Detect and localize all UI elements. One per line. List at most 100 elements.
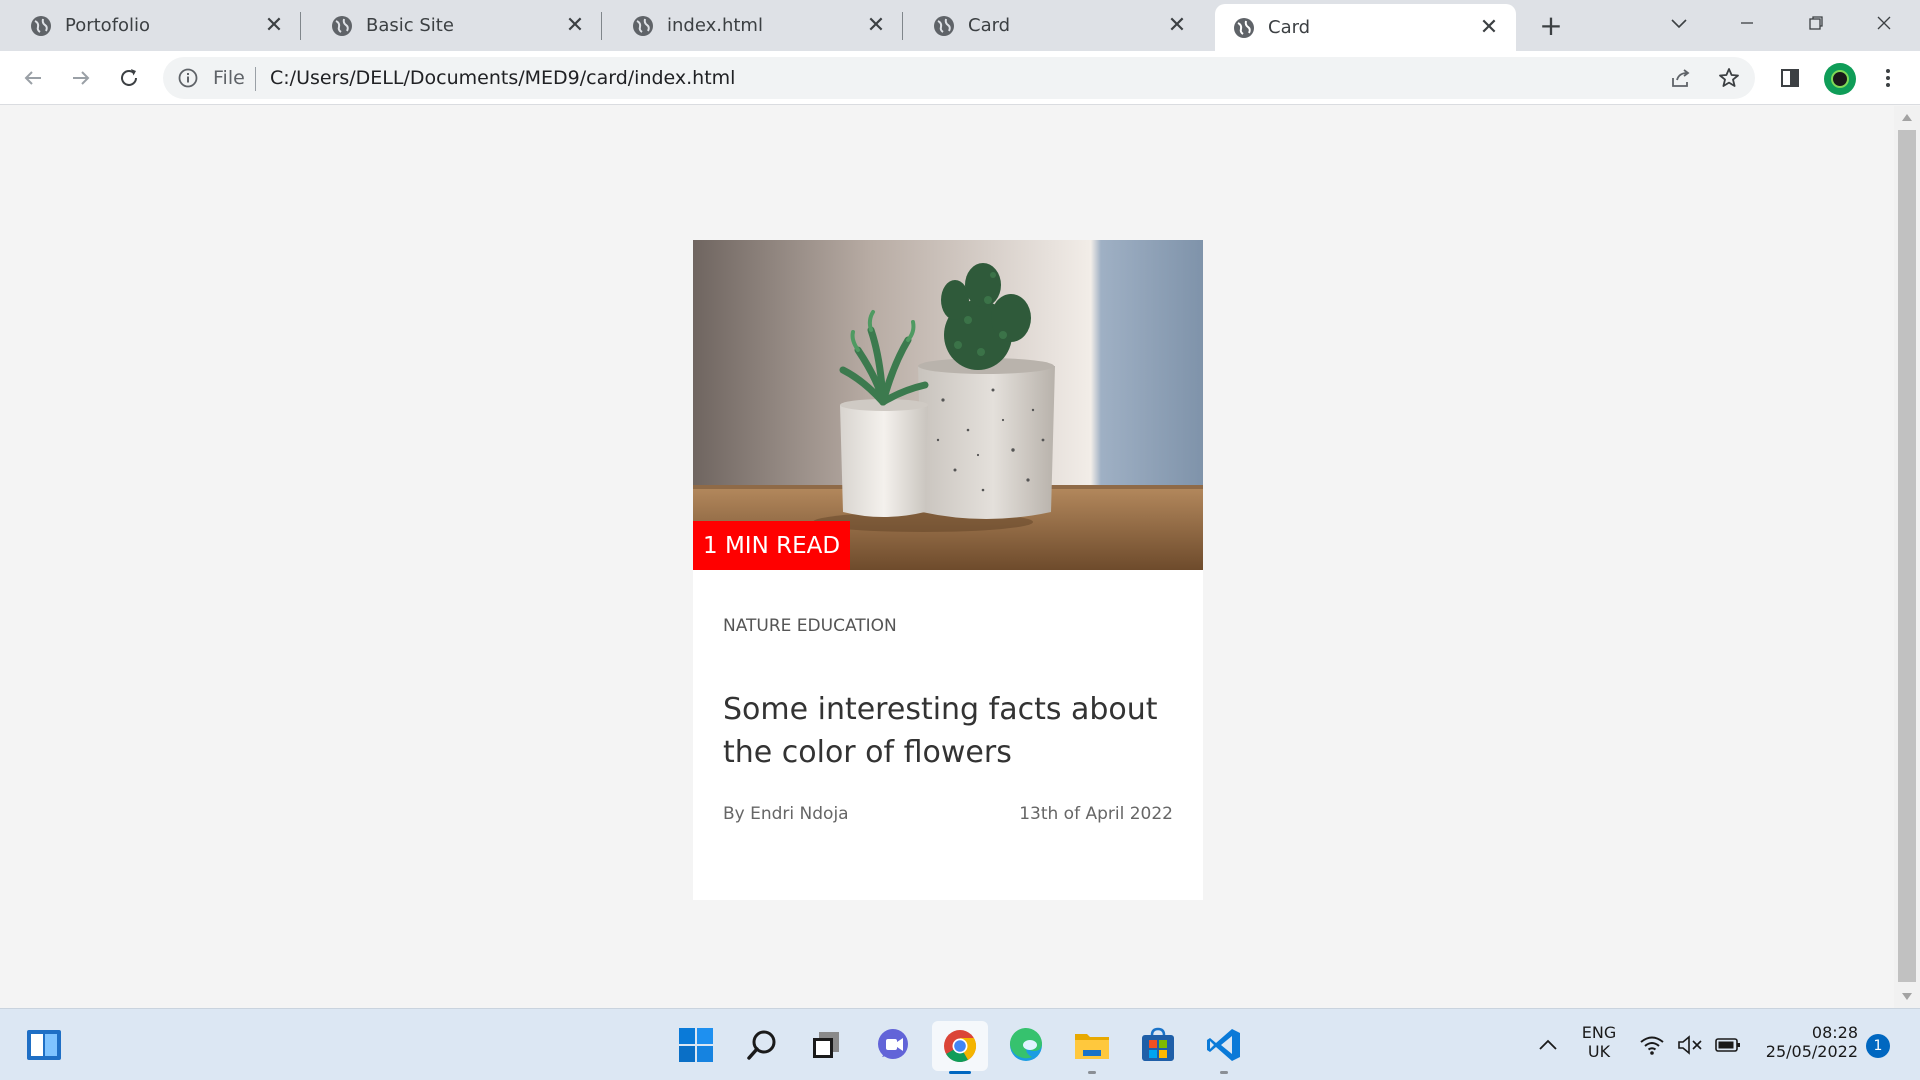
- microsoft-store-icon: [1142, 1027, 1174, 1061]
- tab-title: Basic Site: [366, 15, 454, 36]
- tab-index-html[interactable]: index.html ✕: [602, 0, 903, 51]
- arrow-right-icon: [73, 71, 90, 85]
- tab-search-button[interactable]: [1657, 8, 1701, 38]
- article-card[interactable]: 1 MIN READ NATURE EDUCATION Some interes…: [693, 240, 1203, 900]
- page-viewport: 1 MIN READ NATURE EDUCATION Some interes…: [0, 106, 1894, 1008]
- tab-strip: Portofolio ✕ Basic Site ✕ index.html ✕ C…: [0, 0, 1920, 51]
- clock[interactable]: 08:28 25/05/2022: [1756, 1023, 1858, 1061]
- teams-chat-icon: [878, 1029, 908, 1059]
- close-tab-icon[interactable]: ✕: [1476, 15, 1502, 41]
- scroll-down-arrow-icon[interactable]: [1902, 993, 1912, 1000]
- language-region: UK: [1587, 1042, 1611, 1061]
- edge-icon: [1009, 1027, 1042, 1061]
- arrow-left-icon: [24, 71, 41, 85]
- tab-card-active[interactable]: Card ✕: [1215, 4, 1516, 51]
- chrome-icon: [944, 1030, 977, 1063]
- globe-icon: [934, 15, 954, 36]
- wifi-button[interactable]: [1636, 1025, 1668, 1065]
- battery-icon: [1715, 1038, 1740, 1052]
- tab-card[interactable]: Card ✕: [903, 0, 1204, 51]
- scroll-thumb[interactable]: [1898, 130, 1916, 982]
- tab-title: Card: [1268, 17, 1311, 38]
- globe-icon: [1234, 17, 1254, 38]
- tab-portofolio[interactable]: Portofolio ✕: [0, 0, 301, 51]
- share-icon[interactable]: [1669, 66, 1693, 90]
- chevron-up-icon: [1539, 1039, 1557, 1050]
- notification-badge[interactable]: 1: [1866, 1034, 1890, 1058]
- card-category: NATURE EDUCATION: [723, 616, 897, 636]
- minimize-icon: [1741, 22, 1753, 24]
- back-button[interactable]: [17, 62, 49, 94]
- close-tab-icon[interactable]: ✕: [562, 13, 588, 39]
- card-date: 13th of April 2022: [1019, 804, 1173, 824]
- volume-button[interactable]: [1674, 1025, 1706, 1065]
- volume-muted-icon: [1678, 1035, 1702, 1055]
- star-icon[interactable]: [1717, 66, 1741, 90]
- widgets-icon: [27, 1030, 61, 1060]
- menu-button[interactable]: [1872, 62, 1904, 94]
- search-button[interactable]: [742, 1025, 782, 1065]
- restore-icon: [1809, 16, 1823, 30]
- windows-taskbar: ENG UK 08:28 25/05/2022: [0, 1008, 1920, 1080]
- side-panel-button[interactable]: [1774, 62, 1806, 94]
- close-tab-icon[interactable]: ✕: [261, 13, 287, 39]
- close-tab-icon[interactable]: ✕: [1164, 13, 1190, 39]
- card-author: By Endri Ndoja: [723, 804, 849, 824]
- task-view-button[interactable]: [806, 1025, 846, 1065]
- globe-icon: [31, 15, 51, 36]
- wifi-icon: [1640, 1036, 1664, 1055]
- chrome-running-indicator: [949, 1071, 971, 1074]
- scheme-label: File: [213, 67, 245, 89]
- teams-chat-button[interactable]: [874, 1025, 914, 1065]
- chrome-button[interactable]: [932, 1021, 988, 1071]
- restore-button[interactable]: [1794, 8, 1838, 38]
- file-explorer-icon: [1075, 1034, 1109, 1059]
- search-icon: [747, 1030, 776, 1060]
- edge-button[interactable]: [1006, 1025, 1046, 1065]
- kebab-menu-icon: [1886, 69, 1890, 87]
- info-icon[interactable]: [177, 67, 199, 89]
- card-image: 1 MIN READ: [693, 240, 1203, 570]
- read-time-badge: 1 MIN READ: [693, 521, 851, 570]
- microsoft-store-button[interactable]: [1138, 1025, 1178, 1065]
- chevron-down-icon: [1671, 19, 1687, 29]
- address-divider: [255, 67, 256, 91]
- globe-icon: [332, 15, 352, 36]
- reload-icon: [121, 69, 137, 86]
- start-icon: [679, 1028, 713, 1062]
- profile-avatar[interactable]: [1824, 63, 1856, 95]
- language-code: ENG: [1581, 1023, 1617, 1042]
- start-button[interactable]: [676, 1025, 716, 1065]
- minimize-button[interactable]: [1725, 8, 1769, 38]
- task-view-icon: [813, 1032, 839, 1058]
- tab-title: Card: [968, 15, 1011, 36]
- browser-toolbar: File C:/Users/DELL/Documents/MED9/card/i…: [0, 51, 1920, 105]
- tab-title: Portofolio: [65, 15, 151, 36]
- url-text[interactable]: C:/Users/DELL/Documents/MED9/card/index.…: [270, 67, 735, 89]
- globe-icon: [633, 15, 653, 36]
- battery-button[interactable]: [1712, 1025, 1744, 1065]
- language-indicator[interactable]: ENG UK: [1572, 1023, 1626, 1061]
- vscode-button[interactable]: [1204, 1025, 1244, 1065]
- vertical-scrollbar[interactable]: [1894, 106, 1920, 1008]
- reload-button[interactable]: [113, 62, 145, 94]
- side-panel-icon: [1781, 69, 1799, 87]
- scroll-up-arrow-icon[interactable]: [1902, 114, 1912, 121]
- close-tab-icon[interactable]: ✕: [863, 13, 889, 39]
- close-icon: [1877, 16, 1891, 30]
- address-bar[interactable]: File C:/Users/DELL/Documents/MED9/card/i…: [163, 57, 1755, 99]
- forward-button[interactable]: [65, 62, 97, 94]
- show-hidden-icons-button[interactable]: [1528, 1025, 1568, 1065]
- vscode-icon: [1207, 1029, 1240, 1061]
- widgets-button[interactable]: [24, 1025, 64, 1065]
- clock-time: 08:28: [1811, 1023, 1858, 1042]
- clock-date: 25/05/2022: [1765, 1042, 1858, 1061]
- new-tab-button[interactable]: +: [1536, 9, 1566, 42]
- tab-basic-site[interactable]: Basic Site ✕: [301, 0, 602, 51]
- file-explorer-button[interactable]: [1072, 1025, 1112, 1065]
- tab-title: index.html: [667, 15, 763, 36]
- vscode-running-indicator: [1220, 1071, 1228, 1074]
- close-window-button[interactable]: [1862, 8, 1906, 38]
- card-title[interactable]: Some interesting facts about the color o…: [723, 688, 1163, 774]
- explorer-running-indicator: [1088, 1071, 1096, 1074]
